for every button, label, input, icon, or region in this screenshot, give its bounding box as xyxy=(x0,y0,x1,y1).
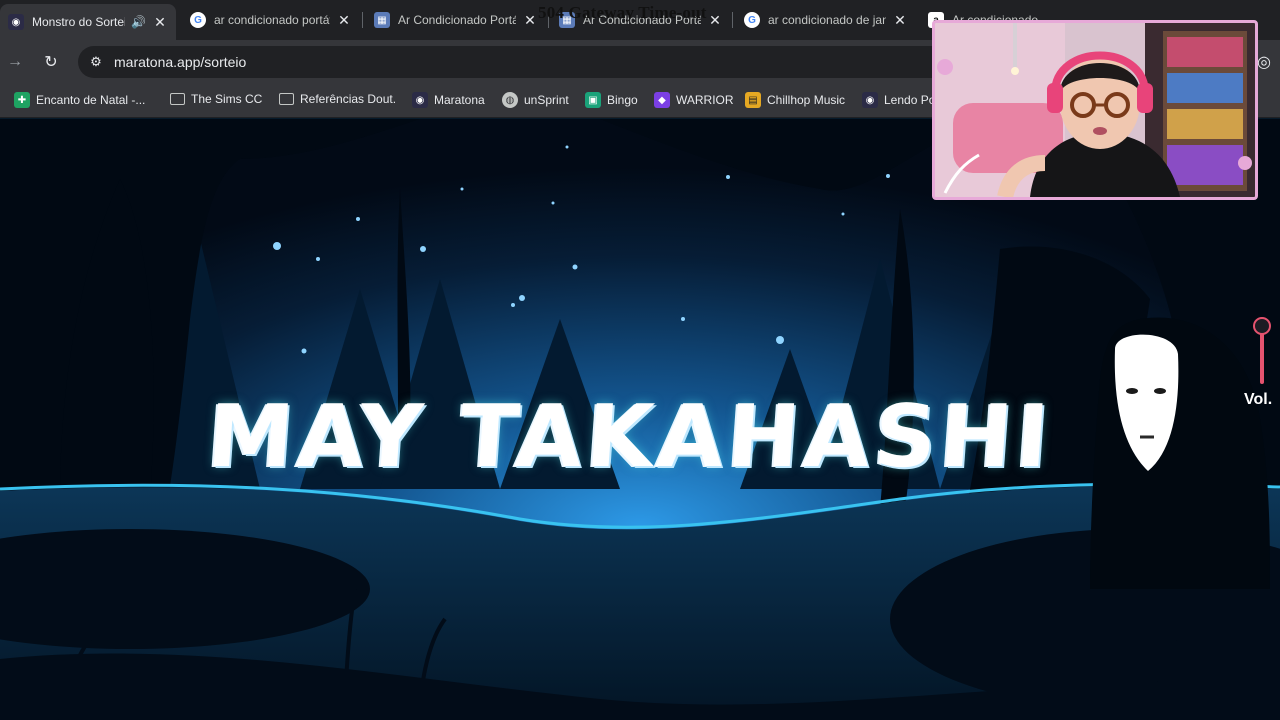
bookmark-maratona[interactable]: ◉ Maratona xyxy=(412,92,485,108)
bookmark-label: Maratona xyxy=(434,93,485,107)
tab-title: ar condicionado portátil xyxy=(214,13,330,27)
bookmark-label: Encanto de Natal -... xyxy=(36,93,146,107)
bookmark-label: Referências Dout. xyxy=(300,92,397,106)
tab-separator xyxy=(732,12,733,28)
plus-sheet-icon: ✚ xyxy=(14,92,30,108)
folder-icon xyxy=(170,93,185,105)
bookshelf xyxy=(1163,31,1247,191)
close-icon[interactable]: ✕ xyxy=(892,12,908,28)
raffle-stage: MAY TAKAHASHI Vol. xyxy=(0,119,1280,720)
tab-monstro-do-sorteio[interactable]: ◉ Monstro do Sorteio 🔊 ✕ xyxy=(0,4,176,40)
streamer-webcam-feed xyxy=(935,23,1255,197)
close-icon[interactable]: ✕ xyxy=(152,14,168,30)
bookmark-encanto-de-natal[interactable]: ✚ Encanto de Natal -... xyxy=(14,92,145,108)
bookmark-label: WARRIOR xyxy=(676,93,734,107)
maratona-icon: ◉ xyxy=(862,92,878,108)
bookmark-label: Lendo Po xyxy=(884,93,936,107)
bookmark-label: Chillhop Music xyxy=(767,93,846,107)
bookmark-bingo[interactable]: ▣ Bingo xyxy=(585,92,638,108)
volume-slider-knob[interactable] xyxy=(1253,317,1271,335)
tab-title: Monstro do Sorteio xyxy=(32,15,126,29)
gateway-timeout-text: 504 Gateway Time-out xyxy=(538,3,707,22)
bingo-icon: ▣ xyxy=(585,92,601,108)
bookmark-lendo[interactable]: ◉ Lendo Po xyxy=(862,92,935,108)
bookmark-label: The Sims CC xyxy=(191,92,263,106)
globe-icon: ◍ xyxy=(502,92,518,108)
folder-icon xyxy=(279,93,294,105)
store-icon: ▦ xyxy=(374,12,390,28)
reload-icon[interactable]: ↻ xyxy=(39,50,63,74)
winner-name: MAY TAKAHASHI xyxy=(204,387,1056,487)
google-icon: G xyxy=(190,12,206,28)
google-icon: G xyxy=(744,12,760,28)
maratona-icon: ◉ xyxy=(8,14,24,30)
tab-title: ar condicionado de janela xyxy=(768,13,886,27)
tab-ar-condicionado-portatil[interactable]: G ar condicionado portátil ✕ xyxy=(182,6,360,34)
bookmark-referencias[interactable]: Referências Dout. xyxy=(279,92,396,106)
webcam-overlay xyxy=(932,20,1258,200)
volume-label: Vol. xyxy=(1244,391,1273,408)
site-settings-icon[interactable]: ⚙ xyxy=(86,52,106,72)
tab-separator xyxy=(362,12,363,28)
close-icon[interactable]: ✕ xyxy=(336,12,352,28)
warrior-icon: ◆ xyxy=(654,92,670,108)
bookmark-unsprint[interactable]: ◍ unSprint xyxy=(502,92,569,108)
forward-arrow-icon[interactable]: → xyxy=(3,50,27,74)
bookmark-the-sims-cc[interactable]: The Sims CC xyxy=(170,92,262,106)
bookmark-label: Bingo xyxy=(607,93,638,107)
url-text[interactable]: maratona.app/sorteio xyxy=(114,54,246,70)
tab-ar-condicionado-store-1[interactable]: ▦ Ar Condicionado Portátil ✕ xyxy=(366,6,546,34)
maratona-icon: ◉ xyxy=(412,92,428,108)
speaker-icon[interactable]: 🔊 xyxy=(131,15,146,29)
bookmark-label: unSprint xyxy=(524,93,569,107)
close-icon[interactable]: ✕ xyxy=(522,12,538,28)
tab-ar-condicionado-janela[interactable]: G ar condicionado de janela ✕ xyxy=(736,6,916,34)
bookmark-warrior[interactable]: ◆ WARRIOR xyxy=(654,92,734,108)
close-icon[interactable]: ✕ xyxy=(707,12,723,28)
chillhop-icon: ▤ xyxy=(745,92,761,108)
bookmark-chillhop[interactable]: ▤ Chillhop Music xyxy=(745,92,845,108)
tab-title: Ar Condicionado Portátil xyxy=(398,13,516,27)
